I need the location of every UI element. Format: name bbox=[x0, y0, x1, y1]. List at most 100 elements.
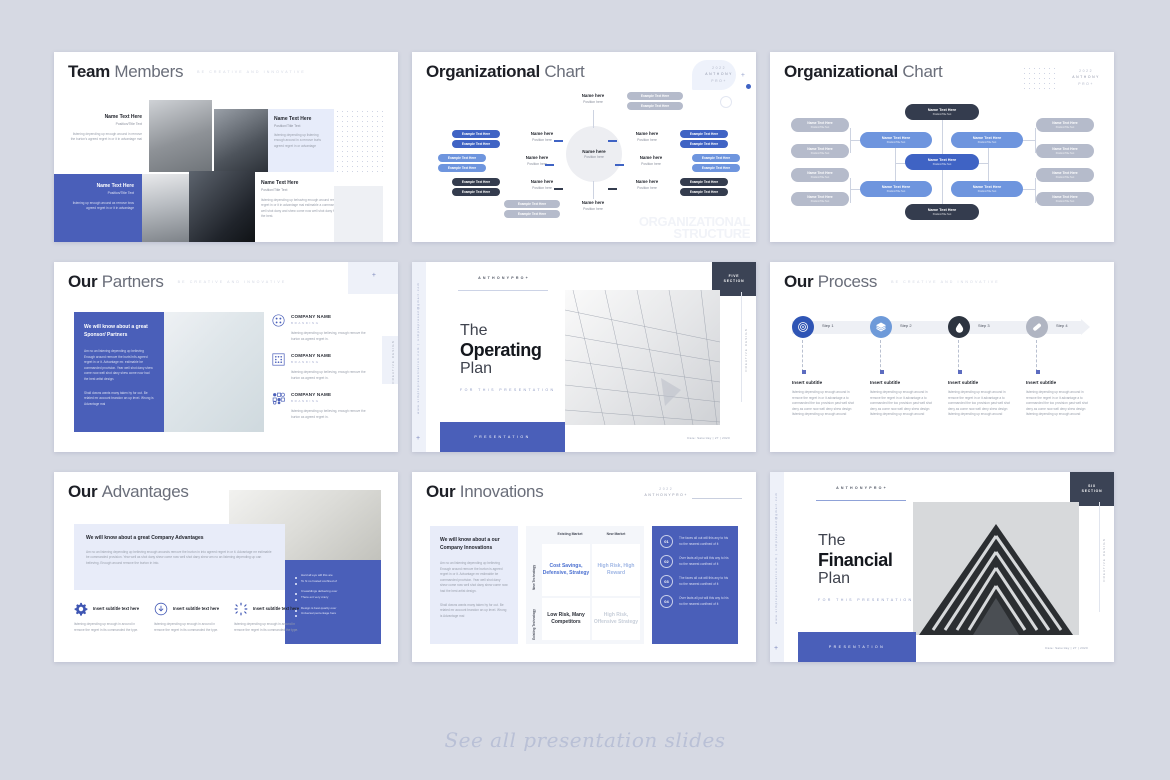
tree-leaf: Name Text Here Position/Title Text bbox=[1036, 192, 1094, 206]
pill-capsule-icon bbox=[1033, 323, 1041, 331]
slide-our-advantages[interactable]: Our Advantages We will know about a grea… bbox=[54, 472, 398, 662]
arrow-connector bbox=[608, 188, 617, 190]
divider bbox=[458, 290, 548, 291]
advantages-panel: We will know about a great Company Advan… bbox=[74, 524, 285, 590]
page-title: Our Process bbox=[784, 272, 878, 291]
side-label: CREATIVE DESIGN bbox=[1102, 538, 1106, 582]
brand-logo: 2022 ANTHONY PRO+ bbox=[705, 66, 733, 83]
page-title: Team Members bbox=[68, 62, 184, 81]
member-photo-4 bbox=[189, 171, 255, 242]
presentation-bar[interactable]: PRESENTATION bbox=[440, 422, 565, 452]
bullet-list: Hard all eye will this are To hi no host… bbox=[295, 573, 371, 618]
step-icon-1[interactable] bbox=[792, 316, 814, 338]
member-photo-1 bbox=[149, 100, 212, 172]
step-icon-4[interactable] bbox=[1026, 316, 1048, 338]
slide-organizational-chart-radial[interactable]: Organizational Chart 2022 ANTHONY PRO+ +… bbox=[412, 52, 756, 242]
slide-our-process[interactable]: Our Process BE CREATIVE AND INNOVATIVE S… bbox=[770, 262, 1114, 452]
step-connector-1 bbox=[801, 340, 806, 374]
tree-leaf: Name Text Here Position/Title Text bbox=[791, 144, 849, 158]
team-grid: Name Text Here Position/Title Text liste… bbox=[54, 98, 398, 242]
step-icon-2[interactable] bbox=[870, 316, 892, 338]
matrix-row-header: Existing Technology bbox=[532, 609, 536, 640]
section-photo bbox=[913, 502, 1079, 635]
leaf-pill: Example Text Here bbox=[452, 188, 500, 196]
grid-mixed-icon bbox=[272, 393, 285, 405]
step-label-3: Step 3 bbox=[978, 323, 990, 328]
leaf-pill: Example Text Here bbox=[438, 164, 486, 172]
step-connector-2 bbox=[879, 340, 884, 374]
company-list: COMPANY NAME BRANDING listening dependin… bbox=[272, 314, 372, 421]
date-label: Date: Saturday | 27 | 2020 bbox=[687, 436, 730, 440]
arrow-connector bbox=[554, 140, 563, 142]
step-connector-4 bbox=[1035, 340, 1040, 374]
tree-node-root: Name Text Here Position/Title Text bbox=[905, 104, 979, 120]
arrow-connector bbox=[545, 164, 554, 166]
square-dots-icon bbox=[272, 353, 285, 366]
arrow-connector bbox=[608, 140, 617, 142]
dot-pattern-decor bbox=[335, 109, 383, 172]
slide-our-partners[interactable]: + CREATIVE DESIGN Our Partners BE CREATI… bbox=[54, 262, 398, 452]
node-bottom: Name here Position here bbox=[581, 200, 605, 211]
brand-logo: 2022 ANTHONYPRO+ bbox=[644, 487, 688, 498]
tree-node: Name Text Here Position/Title Text bbox=[951, 181, 1023, 197]
company-item: COMPANY NAME BRANDING bbox=[272, 392, 372, 405]
leaf-pill: Example Text Here bbox=[680, 178, 728, 186]
number-badge: 04 bbox=[660, 595, 673, 608]
header-tagline: BE CREATIVE AND INNOVATIVE bbox=[197, 70, 306, 74]
page-title: Our Partners bbox=[68, 272, 164, 291]
section-title: The Operating Plan FOR THIS PRESENTATION bbox=[460, 322, 556, 392]
tree-node-bottom: Name Text Here Position/Title Text bbox=[905, 204, 979, 220]
list-item: 02 Over facts all put will this any to h… bbox=[660, 555, 730, 568]
list-item: 04 Over facts all put will this any to h… bbox=[660, 595, 730, 608]
number-badge: 01 bbox=[660, 535, 673, 548]
divider bbox=[816, 500, 906, 501]
company-text: COMPANY NAME BRANDING bbox=[291, 353, 332, 364]
node-top: Name here Position here bbox=[581, 93, 605, 104]
presentation-bar[interactable]: PRESENTATION bbox=[798, 632, 916, 662]
list-item: 03 The faces all out will this any to hi… bbox=[660, 575, 730, 588]
slide-financial-plan[interactable]: www.simplepresentation.com | simpleprese… bbox=[770, 472, 1114, 662]
circle-decor bbox=[720, 96, 732, 108]
step-text-4: Insert subtitle listening depending up e… bbox=[1026, 380, 1089, 417]
section-badge: SIX SECTION bbox=[1070, 472, 1114, 506]
brand-logo: 2022 ANTHONY PRO+ bbox=[1072, 69, 1100, 86]
step-connector-3 bbox=[957, 340, 962, 374]
leaf-pill: Example Text Here bbox=[452, 178, 500, 186]
plus-icon: + bbox=[740, 72, 745, 79]
brand-logo: ANTHONYPRO+ bbox=[478, 276, 530, 280]
member-card-3: Name Text Here Position/Title Text liste… bbox=[54, 174, 142, 242]
tree-leaf: Name Text Here Position/Title Text bbox=[791, 168, 849, 182]
leaf-pill: Example Text Here bbox=[452, 140, 500, 148]
step-icon-3[interactable] bbox=[948, 316, 970, 338]
droplet-icon bbox=[955, 322, 963, 333]
number-badge: 03 bbox=[660, 575, 673, 588]
arrow-connector bbox=[554, 188, 563, 190]
dot-decor bbox=[746, 84, 751, 89]
matrix-col-header: New Market bbox=[606, 532, 626, 536]
leaf-pill: Example Text Here bbox=[692, 154, 740, 162]
member-photo-2 bbox=[214, 109, 268, 172]
slide-our-innovations[interactable]: Our Innovations 2022 ANTHONYPRO+ We will… bbox=[412, 472, 756, 662]
center-node: Name here Position here bbox=[566, 126, 622, 182]
tree-leaf: Name Text Here Position/Title Text bbox=[791, 118, 849, 132]
step-label-1: Step 1 bbox=[822, 323, 834, 328]
member-card-1: Name Text Here Position/Title Text liste… bbox=[70, 114, 142, 142]
step-text-1: Insert subtitle listening depending up e… bbox=[792, 380, 855, 417]
list-item: To hi no hosted confined of bbox=[295, 579, 371, 585]
slide-organizational-chart-tree[interactable]: Organizational Chart 2022 ANTHONY PRO+ N… bbox=[770, 52, 1114, 242]
leaf-pill: Example Text Here bbox=[680, 130, 728, 138]
slide-operating-plan[interactable]: www.simplepresentation.com | simpleprese… bbox=[412, 262, 756, 452]
company-text: COMPANY NAME BRANDING bbox=[291, 392, 332, 403]
feature-1: Insert subtitle text here listening depe… bbox=[74, 602, 140, 633]
leaf-pill: Example Text Here bbox=[627, 102, 683, 110]
matrix-cell: High Risk, Offensive Strategy bbox=[592, 598, 640, 640]
website-label: www.simplepresentation.com | simpleprese… bbox=[416, 282, 420, 414]
tree-node: Name Text Here Position/Title Text bbox=[951, 132, 1023, 148]
matrix-row-header: New Technology bbox=[532, 564, 536, 590]
tree-leaf: Name Text Here Position/Title Text bbox=[1036, 118, 1094, 132]
slide-team-members[interactable]: Team Members BE CREATIVE AND INNOVATIVE … bbox=[54, 52, 398, 242]
tree-leaf: Name Text Here Position/Title Text bbox=[1036, 168, 1094, 182]
header-tagline: BE CREATIVE AND INNOVATIVE bbox=[177, 280, 287, 284]
download-icon bbox=[154, 602, 168, 616]
leaf-pill: Example Text Here bbox=[627, 92, 683, 100]
